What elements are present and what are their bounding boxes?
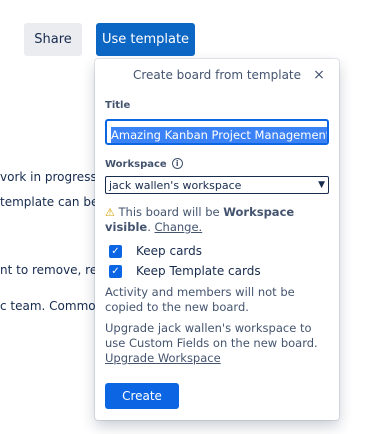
workspace-select[interactable]: jack wallen's workspace ▼ [105,176,329,194]
title-input-value: Amazing Kanban Project Management [111,127,329,143]
keep-template-cards-label: Keep Template cards [136,264,261,278]
info-icon[interactable]: i [171,158,183,169]
workspace-label: Workspace [105,159,167,170]
title-input[interactable]: Amazing Kanban Project Management [105,119,329,145]
visibility-text: This board will be [114,205,224,219]
upgrade-workspace-link[interactable]: Upgrade Workspace [105,351,221,365]
popover-title: Create board from template [132,68,302,82]
workspace-label-row: Workspace i [105,158,183,170]
keep-cards-checkbox[interactable]: ✓ Keep cards [109,244,202,258]
title-label: Title [105,100,131,111]
checkbox-checked-icon[interactable]: ✓ [109,244,122,258]
keep-cards-label: Keep cards [136,244,203,258]
keep-template-cards-checkbox[interactable]: ✓ Keep Template cards [109,264,261,278]
upgrade-note: Upgrade jack wallen's workspace to use C… [105,321,333,366]
upgrade-text: Upgrade jack wallen's workspace to use C… [105,321,318,350]
workspace-select-value: jack wallen's workspace [109,178,242,192]
chevron-down-icon: ▼ [318,180,325,190]
change-visibility-link[interactable]: Change. [155,220,203,234]
create-board-popover: Create board from template × Title Amazi… [95,59,339,420]
close-icon[interactable]: × [311,67,327,83]
create-button[interactable]: Create [105,383,179,409]
warning-icon: ⚠ [105,206,115,219]
share-button[interactable]: Share [24,23,82,56]
visibility-suffix: . [147,220,151,234]
visibility-notice: ⚠ This board will be Workspace visible. … [105,205,331,235]
use-template-button[interactable]: Use template [96,23,195,56]
activity-note: Activity and members will not be copied … [105,285,295,314]
checkbox-checked-icon[interactable]: ✓ [109,264,122,278]
